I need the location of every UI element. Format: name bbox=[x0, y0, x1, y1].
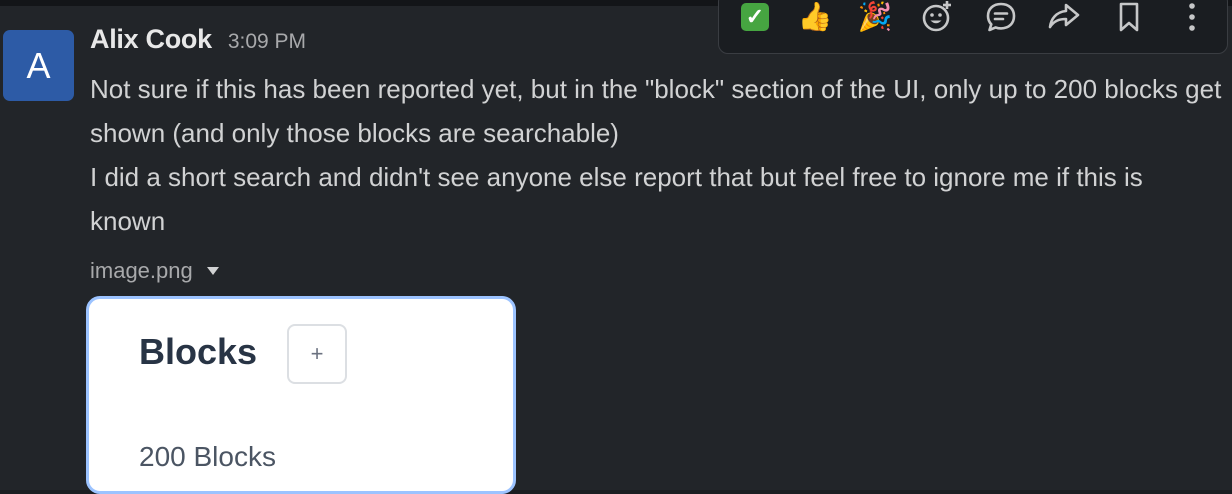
party-popper-icon: 🎉 bbox=[857, 1, 893, 32]
author-name[interactable]: Alix Cook bbox=[90, 24, 212, 55]
attachment-filename[interactable]: image.png bbox=[90, 258, 219, 284]
message-timestamp[interactable]: 3:09 PM bbox=[228, 30, 306, 54]
bookmark-icon bbox=[1119, 2, 1139, 32]
caret-down-icon[interactable] bbox=[206, 267, 219, 275]
image-attachment[interactable]: Blocks + 200 Blocks bbox=[86, 296, 516, 494]
react-thumbs-up-button[interactable]: 👍 bbox=[797, 0, 833, 35]
preview-count: 200 Blocks bbox=[139, 441, 276, 472]
add-reaction-icon bbox=[922, 1, 951, 32]
add-reaction-button[interactable] bbox=[919, 0, 955, 35]
share-message-button[interactable] bbox=[1046, 0, 1082, 35]
message-body: Not sure if this has been reported yet, … bbox=[90, 67, 1222, 243]
more-vertical-icon bbox=[1189, 3, 1195, 31]
message-line: I did a short search and didn't see anyo… bbox=[90, 162, 1143, 236]
save-message-button[interactable] bbox=[1111, 0, 1147, 35]
avatar[interactable]: A bbox=[3, 30, 74, 101]
thumbs-up-icon: 👍 bbox=[797, 1, 833, 32]
message-actions-toolbar: ✓ 👍 🎉 bbox=[718, 0, 1228, 54]
react-party-button[interactable]: 🎉 bbox=[857, 0, 893, 35]
preview-title: Blocks bbox=[139, 331, 258, 372]
check-mark-icon: ✓ bbox=[741, 3, 769, 31]
reply-in-thread-button[interactable] bbox=[983, 0, 1019, 35]
share-arrow-icon bbox=[1048, 3, 1080, 29]
avatar-initial: A bbox=[26, 44, 51, 86]
message-line: Not sure if this has been reported yet, … bbox=[90, 74, 1222, 148]
attachment-filename-text: image.png bbox=[90, 258, 193, 283]
preview-add-button: + bbox=[287, 324, 347, 384]
message-row[interactable]: A Alix Cook 3:09 PM Not sure if this has… bbox=[0, 0, 1232, 494]
thread-icon bbox=[986, 2, 1016, 32]
message-header: Alix Cook 3:09 PM bbox=[90, 24, 306, 55]
react-check-button[interactable]: ✓ bbox=[737, 0, 773, 35]
more-actions-button[interactable] bbox=[1174, 0, 1210, 35]
